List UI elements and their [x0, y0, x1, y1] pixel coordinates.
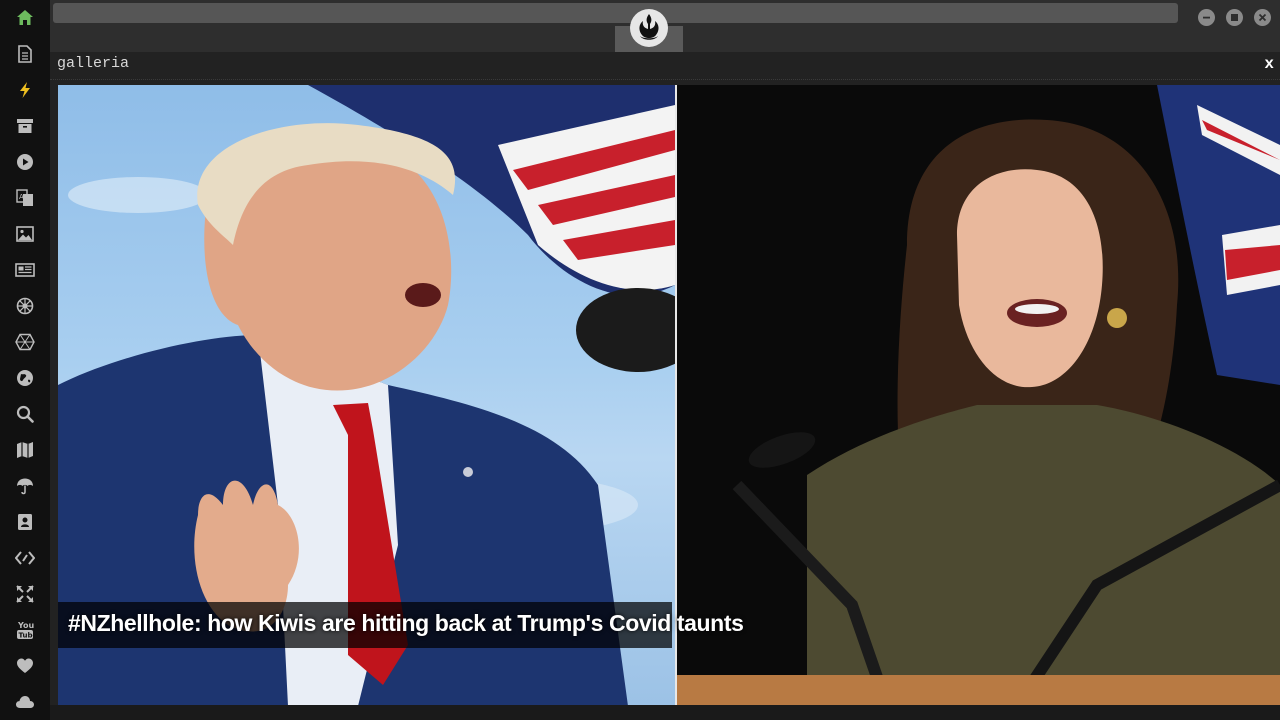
close-icon	[1258, 13, 1267, 22]
sidebar-item-code[interactable]	[13, 546, 37, 570]
minimize-button[interactable]	[1198, 9, 1215, 26]
gallery-image[interactable]: #NZhellhole: how Kiwis are hitting back …	[58, 85, 1280, 706]
sidebar-item-translate[interactable]: A	[13, 186, 37, 210]
newspaper-icon	[15, 263, 35, 277]
bottom-strip	[50, 705, 1280, 720]
map-icon	[17, 442, 33, 458]
top-bar	[50, 0, 1280, 52]
sidebar-item-globe[interactable]	[13, 366, 37, 390]
search-icon	[16, 405, 34, 423]
sidebar-item-archive[interactable]	[13, 114, 37, 138]
globe-icon	[17, 370, 33, 386]
sidebar: A You Tube	[0, 0, 50, 720]
lightning-icon	[20, 82, 30, 98]
sidebar-item-contacts[interactable]	[13, 510, 37, 534]
svg-text:You: You	[17, 621, 34, 630]
galactic-empire-icon	[16, 297, 34, 315]
panel-title: galleria	[57, 55, 130, 72]
divider	[50, 79, 1280, 80]
sidebar-item-cloud[interactable]	[13, 690, 37, 714]
sidebar-item-image[interactable]	[13, 222, 37, 246]
sidebar-item-umbrella[interactable]	[13, 474, 37, 498]
translate-icon: A	[16, 189, 33, 206]
sidebar-item-search[interactable]	[13, 402, 37, 426]
sidebar-item-map[interactable]	[13, 438, 37, 462]
sidebar-item-youtube[interactable]: You Tube	[13, 618, 37, 642]
archive-icon	[17, 119, 33, 133]
sidebar-item-lightning[interactable]	[13, 78, 37, 102]
photo-right	[677, 85, 1280, 706]
sidebar-item-hexagon[interactable]	[13, 330, 37, 354]
sidebar-item-newspaper[interactable]	[13, 258, 37, 282]
code-icon	[15, 551, 35, 565]
youtube-icon: You Tube	[17, 621, 35, 640]
panel-close-button[interactable]: x	[1264, 55, 1274, 73]
minimize-icon	[1203, 16, 1210, 19]
home-icon	[17, 10, 33, 25]
svg-text:Tube: Tube	[19, 632, 35, 640]
caption-text: #NZhellhole: how Kiwis are hitting back …	[68, 610, 744, 636]
address-bar[interactable]	[53, 3, 1178, 23]
sidebar-item-galactic-empire[interactable]	[13, 294, 37, 318]
logo-badge[interactable]	[630, 9, 668, 47]
hexagon-icon	[15, 333, 35, 351]
sidebar-item-expand[interactable]	[13, 582, 37, 606]
sidebar-item-heart[interactable]	[13, 654, 37, 678]
expand-icon	[16, 585, 34, 603]
document-icon	[18, 45, 32, 63]
sidebar-item-play[interactable]	[13, 150, 37, 174]
svg-text:A: A	[19, 193, 24, 201]
image-icon	[16, 226, 34, 242]
sidebar-item-document[interactable]	[13, 42, 37, 66]
maximize-icon	[1231, 14, 1238, 21]
sidebar-item-home[interactable]	[13, 6, 37, 30]
close-window-button[interactable]	[1254, 9, 1271, 26]
rebel-alliance-icon	[639, 14, 659, 40]
heart-icon	[17, 658, 33, 673]
contacts-icon	[18, 514, 32, 530]
umbrella-icon	[17, 478, 33, 495]
gallery-panel: galleria x #NZhellhole: how Kiwis are hi…	[50, 52, 1280, 720]
play-icon	[17, 154, 33, 170]
maximize-button[interactable]	[1226, 9, 1243, 26]
cloud-icon	[16, 696, 34, 708]
photo-right-art	[677, 85, 1280, 706]
